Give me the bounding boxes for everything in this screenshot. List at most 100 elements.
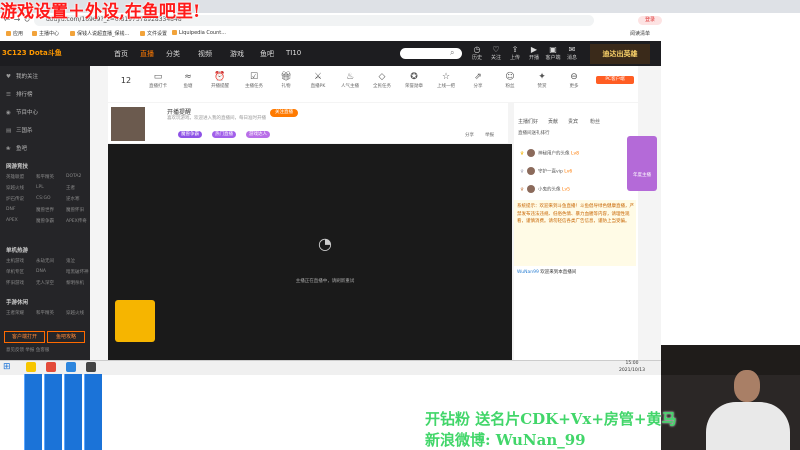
toolbar-item[interactable]: ✦ 赞赏 (528, 72, 556, 89)
file-explorer-icon[interactable] (26, 362, 36, 372)
fans-icon: ☺ (505, 72, 515, 82)
crown-icon: ♛ (520, 187, 525, 193)
category-link[interactable]: APEX传奇 (66, 218, 87, 224)
rank-row[interactable]: ♛ 守护一直vip Lv6 (520, 167, 572, 175)
category-link[interactable]: 黎明杀机 (66, 280, 84, 286)
header-icon-client[interactable]: ▣ 客户端 (543, 45, 563, 61)
header-icon-open-live[interactable]: ▶ 开播 (524, 45, 544, 61)
bookmark-item[interactable]: 保钱人说超直播_保钱... (70, 30, 129, 37)
category-link[interactable]: 和平精英 (36, 174, 54, 180)
category-link[interactable]: DOTA2 (66, 174, 81, 179)
category-link[interactable]: 穿越火线 (66, 310, 84, 316)
toolbar-item[interactable]: ⇗ 分享 (464, 72, 492, 89)
category-link[interactable]: 鬼泣 (66, 258, 75, 264)
bookmark-item[interactable]: 应用 (6, 30, 23, 37)
chat-tab[interactable]: 粉丝 (590, 118, 600, 125)
toolbar-item[interactable]: 🎁︎ 礼物 (272, 72, 300, 89)
pc-client-button[interactable]: PC客户端 (596, 76, 634, 84)
bookmark-item[interactable]: Liquipedia Count... (172, 30, 226, 36)
rank-row[interactable]: ♛ 神秘用户的头像 Lv8 (520, 149, 579, 157)
app-icon[interactable] (66, 362, 76, 372)
toolbar-item[interactable]: ⚔ 直播PK (304, 72, 332, 89)
room-tag[interactable]: 魔兽争霸 (178, 131, 202, 138)
sidebar-footer[interactable]: 意见反馈 举报 鱼客服 (6, 347, 49, 353)
category-link[interactable]: DNF (6, 207, 15, 212)
toolbar-item[interactable]: ⏰ 开播提醒 (206, 72, 234, 89)
toolbar-item[interactable]: ♨ 人气主播 (336, 72, 364, 89)
category-link[interactable]: 和平精英 (36, 310, 54, 316)
category-link[interactable]: 单机专区 (6, 269, 24, 275)
category-link[interactable]: 怀旧游戏 (6, 280, 24, 286)
open-client-button[interactable]: 客户端打开 (4, 331, 45, 343)
header-icon-follow[interactable]: ♡ 关注 (486, 45, 506, 61)
bookmark-item[interactable]: 文件设置 (140, 30, 167, 37)
nav-item[interactable]: 首页 (114, 49, 128, 59)
category-link[interactable]: 王者荣耀 (6, 310, 24, 316)
category-link[interactable]: 炉石传说 (6, 196, 24, 202)
windows-start-icon[interactable]: ⊞ (3, 362, 11, 372)
promo-ad-card[interactable] (115, 300, 155, 342)
header-banner[interactable]: 迪达出英雄 (590, 44, 650, 64)
nav-item[interactable]: 视频 (198, 49, 212, 59)
toolbar-item[interactable]: ✪ 荣誉勋章 (400, 72, 428, 89)
toolbar-item[interactable]: ◇ 全民任务 (368, 72, 396, 89)
sidebar-item-follow[interactable]: ♥ 我的关注 (6, 72, 38, 80)
app-icon[interactable] (86, 362, 96, 372)
chat-tab[interactable]: 主播们好 (518, 118, 538, 125)
reading-list[interactable]: 阅读清单 (630, 30, 650, 37)
chrome-icon[interactable] (46, 362, 56, 372)
category-link[interactable]: APEX (6, 218, 18, 223)
sidebar-item-store[interactable]: ▤ 三国杀 (6, 126, 33, 134)
category-link[interactable]: 穿越火线 (6, 185, 24, 191)
category-link[interactable]: 永劫无间 (36, 258, 54, 264)
report-link[interactable]: 举报 (485, 132, 494, 138)
header-icon-upload[interactable]: ⇪ 上传 (505, 45, 525, 61)
fish-guide-button[interactable]: 鱼吧攻略 (47, 331, 85, 343)
nav-item[interactable]: TI10 (286, 49, 301, 57)
category-link[interactable]: 魔兽怀旧 (66, 207, 84, 213)
user-chip[interactable]: 登录 (638, 16, 662, 25)
toolbar-item[interactable]: ☑ 主播任务 (240, 72, 268, 89)
chat-tab[interactable]: 贵宾 (568, 118, 578, 125)
category-link[interactable]: 英雄联盟 (6, 174, 24, 180)
category-link[interactable]: 逆水寒 (66, 196, 80, 202)
more-icon: ⊖ (570, 72, 578, 82)
category-link[interactable]: 暗黑破坏神 (66, 269, 89, 275)
streamer-avatar[interactable] (111, 107, 145, 141)
toolbar-item[interactable]: ▭ 直播打卡 (144, 72, 172, 89)
nav-item[interactable]: 鱼吧 (260, 49, 274, 59)
header-icon-history[interactable]: ◷ 历史 (467, 45, 487, 61)
rank-row[interactable]: ♛ 小鬼的头像 Lv5 (520, 185, 570, 193)
search-icon[interactable]: ⌕ (450, 48, 454, 58)
site-logo[interactable]: 3C123 Dota斗鱼 (2, 45, 88, 61)
stream-description: 喜欢玩游戏，欢迎进入我的直播间，每日准时开播 (167, 116, 266, 121)
category-link[interactable]: 魔兽世界 (36, 207, 54, 213)
sidebar-item-task[interactable]: ◉ 节目中心 (6, 108, 38, 116)
nav-item-active[interactable]: 直播 (140, 49, 154, 59)
header-icon-message[interactable]: ✉ 消息 (562, 45, 582, 61)
category-link[interactable]: 魔兽争霸 (36, 218, 54, 224)
toolbar-item[interactable]: ⊖ 更多 (560, 72, 588, 89)
share-link[interactable]: 分享 (465, 132, 474, 138)
follow-button[interactable]: 关注直播 (270, 109, 298, 117)
sidebar-item-fish[interactable]: ❀ 鱼吧 (6, 144, 27, 152)
room-tag[interactable]: 热门直播 (212, 131, 236, 138)
nav-item[interactable]: 分类 (166, 49, 180, 59)
sidebar-item-rank[interactable]: ☰ 排行榜 (6, 90, 33, 98)
gift-promo-card[interactable] (627, 136, 657, 191)
bookmark-item[interactable]: 主播中心 (32, 30, 59, 37)
category-link[interactable]: 无人深空 (36, 280, 54, 286)
video-player[interactable] (108, 144, 512, 360)
toolbar-item[interactable]: ☆ 上线一把 (432, 72, 460, 89)
room-tag[interactable]: 游戏达人 (246, 131, 270, 138)
category-link[interactable]: DNA (36, 269, 46, 274)
category-link[interactable]: 主机游戏 (6, 258, 24, 264)
category-link[interactable]: 王者 (66, 185, 75, 191)
toolbar-item[interactable]: ≈ 鱼塘 (174, 72, 202, 89)
toolbar-item[interactable]: ☺ 粉丝 (496, 72, 524, 89)
category-link[interactable]: LPL (36, 185, 44, 190)
nav-item[interactable]: 游戏 (230, 49, 244, 59)
avatar (527, 149, 536, 157)
category-link[interactable]: CS:GO (36, 196, 51, 201)
chat-tab[interactable]: 贡献 (548, 118, 558, 125)
